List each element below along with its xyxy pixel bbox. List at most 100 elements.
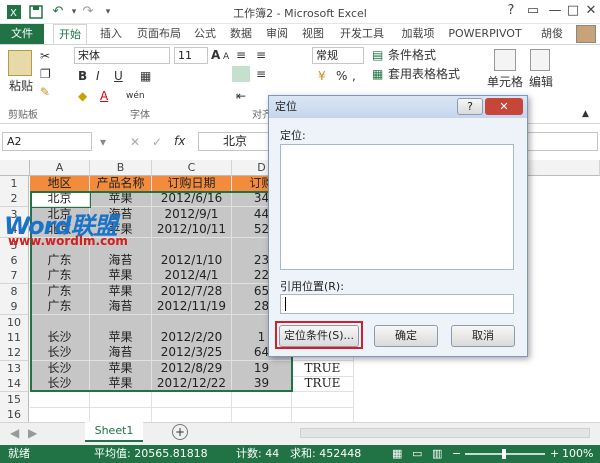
- column-header-b[interactable]: B: [90, 160, 152, 176]
- editing-icon[interactable]: [530, 49, 550, 71]
- row-header[interactable]: 1: [0, 176, 29, 192]
- grid-cell[interactable]: [90, 407, 152, 423]
- phonetic-icon[interactable]: wén: [126, 88, 145, 104]
- grid-cell[interactable]: [152, 237, 232, 254]
- grid-cell[interactable]: 苹果: [90, 283, 152, 300]
- grid-cell[interactable]: 2012/11/19: [152, 299, 232, 316]
- grid-cell[interactable]: 海苔: [90, 299, 152, 316]
- grid-cell[interactable]: 19: [232, 360, 292, 377]
- format-painter-icon[interactable]: ✎: [40, 84, 50, 100]
- fill-color-icon[interactable]: ◆: [78, 88, 87, 104]
- user-name[interactable]: 胡俊: [532, 24, 572, 44]
- align-top-icon[interactable]: ≡: [236, 47, 246, 63]
- number-format-combo[interactable]: 常规: [312, 47, 364, 64]
- collapse-ribbon-icon[interactable]: ▲: [582, 106, 589, 122]
- comma-button[interactable]: ,: [352, 68, 356, 84]
- font-color-icon[interactable]: A: [100, 88, 108, 104]
- grid-cell[interactable]: 2012/6/16: [152, 191, 232, 208]
- grid-cell[interactable]: [292, 407, 354, 423]
- underline-button[interactable]: U: [114, 68, 123, 84]
- conditional-format-button[interactable]: 条件格式: [388, 47, 436, 63]
- row-header[interactable]: 14: [0, 376, 29, 393]
- grid-cell[interactable]: [90, 314, 152, 331]
- grid-cell[interactable]: [90, 391, 152, 408]
- page-layout-view-icon[interactable]: ▭: [412, 445, 422, 463]
- paste-icon[interactable]: [8, 50, 32, 76]
- grid-cell[interactable]: 2012/2/20: [152, 330, 232, 346]
- italic-button[interactable]: I: [96, 68, 100, 84]
- row-header[interactable]: 9: [0, 299, 29, 316]
- save-icon[interactable]: [28, 4, 44, 20]
- close-button[interactable]: ✕: [580, 2, 600, 20]
- cells-icon[interactable]: [494, 49, 516, 71]
- undo-icon[interactable]: ↶: [50, 4, 66, 20]
- tab-data[interactable]: 数据: [226, 24, 256, 44]
- grid-cell[interactable]: [232, 391, 292, 408]
- add-sheet-button[interactable]: +: [172, 424, 188, 440]
- ok-button[interactable]: 确定: [374, 325, 438, 347]
- tab-view[interactable]: 视图: [298, 24, 328, 44]
- name-box-dropdown-icon[interactable]: ▾: [100, 134, 106, 150]
- tab-developer[interactable]: 开发工具: [334, 24, 390, 44]
- header-cell[interactable]: 地区: [30, 176, 90, 192]
- grid-cell[interactable]: 2012/12/22: [152, 376, 232, 393]
- prev-sheet-icon[interactable]: ◀: [10, 425, 19, 441]
- grid-cell[interactable]: 长沙: [30, 376, 90, 393]
- ribbon-display-icon[interactable]: ▭: [522, 2, 544, 20]
- row-header[interactable]: 13: [0, 360, 29, 377]
- select-all-corner[interactable]: [0, 160, 30, 176]
- indent-icon[interactable]: ⇤: [236, 88, 246, 104]
- cancel-button[interactable]: 取消: [451, 325, 515, 347]
- insert-function-button[interactable]: fx: [174, 133, 185, 149]
- align-center-icon[interactable]: [232, 66, 250, 82]
- horizontal-scrollbar[interactable]: [300, 428, 590, 438]
- grid-cell[interactable]: 海苔: [90, 345, 152, 362]
- grid-cell[interactable]: [152, 391, 232, 408]
- row-header[interactable]: 11: [0, 330, 29, 346]
- grid-cell[interactable]: [152, 407, 232, 423]
- tab-home[interactable]: 开始: [53, 24, 87, 44]
- grid-cell[interactable]: [292, 391, 354, 408]
- editing-button[interactable]: 编辑: [527, 74, 555, 90]
- tab-addins[interactable]: 加载项: [396, 24, 440, 44]
- grid-cell[interactable]: 苹果: [90, 330, 152, 346]
- grid-cell[interactable]: 苹果: [90, 268, 152, 285]
- row-header[interactable]: 2: [0, 191, 29, 208]
- font-name-combo[interactable]: 宋体: [74, 47, 170, 64]
- next-sheet-icon[interactable]: ▶: [28, 425, 37, 441]
- help-button[interactable]: ?: [500, 2, 522, 20]
- grid-cell[interactable]: 海苔: [90, 253, 152, 269]
- tab-page-layout[interactable]: 页面布局: [134, 24, 184, 44]
- row-header[interactable]: 16: [0, 407, 29, 423]
- dialog-close-button[interactable]: ✕: [485, 98, 523, 115]
- conditional-format-icon[interactable]: ▤: [372, 47, 383, 63]
- bold-button[interactable]: B: [78, 68, 87, 84]
- grid-cell[interactable]: 2012/8/29: [152, 360, 232, 377]
- cut-icon[interactable]: ✂: [40, 48, 50, 64]
- grid-cell[interactable]: [30, 314, 90, 331]
- row-header[interactable]: 6: [0, 253, 29, 269]
- grid-cell[interactable]: 2012/4/1: [152, 268, 232, 285]
- header-cell[interactable]: 订购日期: [152, 176, 232, 192]
- copy-icon[interactable]: ❐: [40, 66, 51, 82]
- tab-review[interactable]: 审阅: [262, 24, 292, 44]
- grid-cell[interactable]: 苹果: [90, 376, 152, 393]
- redo-icon[interactable]: ↷: [80, 4, 96, 20]
- align-middle-icon[interactable]: ≡: [256, 47, 266, 63]
- grid-cell[interactable]: 2012/1/10: [152, 253, 232, 269]
- grid-cell[interactable]: [232, 407, 292, 423]
- sheet-tab-sheet1[interactable]: Sheet1: [85, 422, 143, 442]
- grow-font-button[interactable]: A: [211, 47, 220, 63]
- grid-cell[interactable]: 2012/3/25: [152, 345, 232, 362]
- tab-file[interactable]: 文件: [0, 24, 44, 44]
- grid-cell[interactable]: 长沙: [30, 330, 90, 346]
- grid-cell[interactable]: 长沙: [30, 360, 90, 377]
- grid-cell[interactable]: 2012/9/1: [152, 206, 232, 223]
- confirm-edit-icon[interactable]: ✓: [152, 134, 162, 150]
- avatar[interactable]: [576, 25, 596, 43]
- grid-cell[interactable]: [152, 314, 232, 331]
- grid-cell[interactable]: 39: [232, 376, 292, 393]
- reference-input[interactable]: [280, 294, 514, 314]
- column-header-a[interactable]: A: [30, 160, 90, 176]
- goto-list[interactable]: [280, 144, 514, 270]
